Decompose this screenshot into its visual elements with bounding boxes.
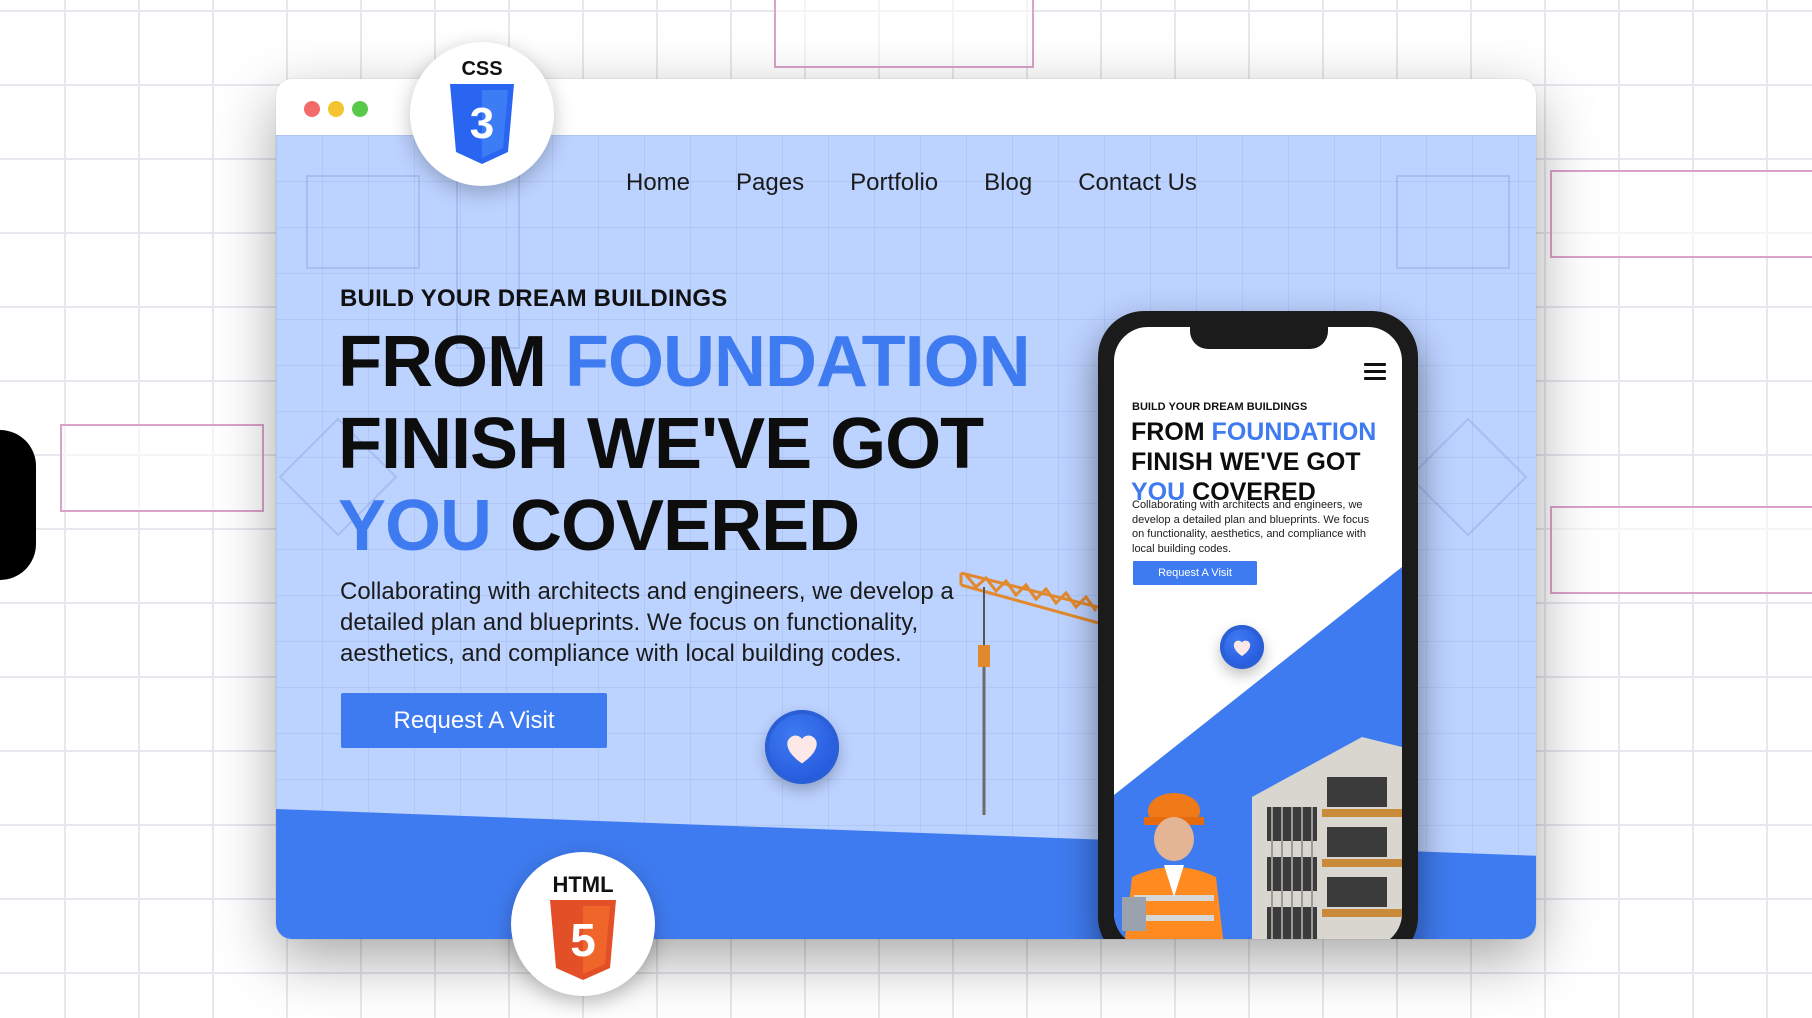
mobile-eyebrow: BUILD YOUR DREAM BUILDINGS	[1132, 401, 1308, 413]
mobile-headline: FROM FOUNDATION FINISH WE'VE GOT YOU COV…	[1131, 417, 1381, 507]
mobile-headline-text: FINISH WE'VE GOT	[1131, 448, 1361, 476]
html5-badge: HTML 5	[511, 852, 655, 996]
headline-accent-text: FOUNDATION	[564, 322, 1031, 402]
hero-description: Collaborating with architects and engine…	[340, 578, 954, 667]
background-block	[60, 424, 264, 512]
heart-icon	[1233, 640, 1251, 657]
css3-logo-icon: 3	[450, 84, 514, 164]
html-version-number: 5	[570, 914, 596, 966]
phone-mockup: BUILD YOUR DREAM BUILDINGS FROM FOUNDATI…	[1098, 311, 1418, 939]
mobile-request-visit-button[interactable]: Request A Visit	[1133, 561, 1257, 585]
nav-item-portfolio[interactable]: Portfolio	[850, 169, 938, 197]
building-photo	[1252, 737, 1402, 939]
headline-text: FROM	[338, 322, 565, 402]
background-shape	[0, 430, 36, 580]
crane-illustration	[959, 571, 1106, 815]
hero-eyebrow: BUILD YOUR DREAM BUILDINGS	[340, 285, 728, 312]
minimize-window-button[interactable]	[328, 101, 344, 117]
nav-item-blog[interactable]: Blog	[984, 169, 1032, 197]
html5-logo-icon: 5	[550, 900, 616, 980]
css3-badge: CSS 3	[410, 42, 554, 186]
headline-accent-text: YOU	[338, 486, 492, 566]
close-window-button[interactable]	[304, 101, 320, 117]
heart-reaction-bubble	[765, 710, 839, 784]
headline-text: FINISH WE'VE GOT	[338, 404, 984, 484]
browser-window: Home Pages Portfolio Blog Contact Us BUI…	[276, 79, 1536, 939]
phone-notch	[1190, 327, 1328, 349]
worker-photo	[1122, 793, 1224, 939]
hamburger-menu-icon[interactable]	[1364, 363, 1386, 384]
headline-text: COVERED	[491, 486, 860, 566]
heart-icon	[787, 735, 817, 764]
background-block	[1550, 506, 1812, 594]
nav-item-contact-us[interactable]: Contact Us	[1078, 169, 1197, 197]
background-block	[774, 0, 1034, 68]
blueprint-decoration	[306, 175, 420, 269]
css-version-number: 3	[470, 99, 494, 148]
hero-section: Home Pages Portfolio Blog Contact Us BUI…	[276, 135, 1536, 939]
nav-item-home[interactable]: Home	[626, 169, 690, 197]
mobile-heart-reaction-bubble	[1220, 625, 1264, 669]
mobile-headline-accent-text: FOUNDATION	[1211, 418, 1377, 446]
html-badge-label: HTML	[552, 872, 614, 897]
blueprint-decoration	[1396, 175, 1510, 269]
background-block	[1550, 170, 1812, 258]
request-visit-button[interactable]: Request A Visit	[341, 693, 607, 748]
mobile-headline-text: FROM	[1131, 418, 1212, 446]
main-nav: Home Pages Portfolio Blog Contact Us	[626, 169, 1197, 197]
hero-headline: FROM FOUNDATION FINISH WE'VE GOT YOU COV…	[338, 321, 1058, 567]
nav-item-pages[interactable]: Pages	[736, 169, 804, 197]
phone-screen: BUILD YOUR DREAM BUILDINGS FROM FOUNDATI…	[1114, 327, 1402, 939]
mobile-description: Collaborating with architects and engine…	[1132, 499, 1370, 555]
css-badge-label: CSS	[461, 58, 503, 80]
maximize-window-button[interactable]	[352, 101, 368, 117]
